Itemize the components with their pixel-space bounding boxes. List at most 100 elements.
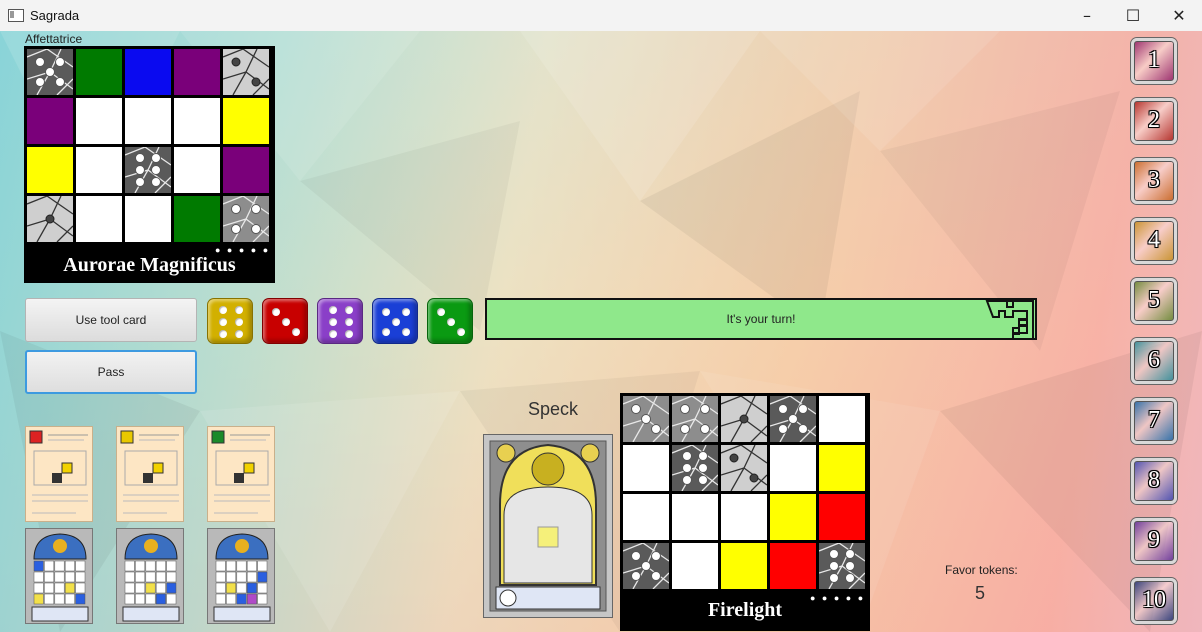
shade-6-cell[interactable] <box>672 445 718 491</box>
white-cell[interactable] <box>672 543 718 589</box>
shade-2-cell[interactable] <box>721 445 767 491</box>
public-objective-card-1[interactable] <box>25 528 93 624</box>
round-number: 4 <box>1148 227 1160 253</box>
app-window: Sagrada – ☐ ✕ Affettatrice ● ● ● ● ● Aur… <box>0 0 1202 632</box>
shade-6-cell[interactable] <box>819 543 865 589</box>
yellow-cell[interactable] <box>27 147 73 193</box>
private-objective-art <box>484 435 612 617</box>
tool-card-art <box>211 430 270 514</box>
player-board-grid <box>623 396 865 589</box>
game-area: Affettatrice ● ● ● ● ● Aurorae Magnificu… <box>0 31 1202 632</box>
public-objective-card-3[interactable] <box>207 528 275 624</box>
yellow-cell[interactable] <box>819 445 865 491</box>
shade-1-cell[interactable] <box>721 396 767 442</box>
white-cell[interactable] <box>76 98 122 144</box>
pip <box>235 306 243 314</box>
tool-card-1[interactable] <box>25 426 93 522</box>
public-objective-art <box>122 533 180 622</box>
pip <box>402 328 410 336</box>
round-6-slot[interactable]: 6 <box>1131 338 1177 384</box>
white-cell[interactable] <box>770 445 816 491</box>
opponent-board-grid <box>27 49 269 242</box>
shade-5-cell[interactable] <box>623 543 669 589</box>
white-cell[interactable] <box>174 98 220 144</box>
pass-button[interactable]: Pass <box>25 350 197 394</box>
round-2-slot[interactable]: 2 <box>1131 98 1177 144</box>
die-1[interactable] <box>207 298 253 344</box>
die-2[interactable] <box>262 298 308 344</box>
red-cell[interactable] <box>770 543 816 589</box>
public-objective-card-2[interactable] <box>116 528 184 624</box>
shade-3-cell[interactable] <box>623 396 669 442</box>
white-cell[interactable] <box>174 147 220 193</box>
pip <box>219 318 227 326</box>
round-number: 2 <box>1148 107 1160 133</box>
app-icon <box>8 9 24 22</box>
round-7-slot[interactable]: 7 <box>1131 398 1177 444</box>
round-number: 7 <box>1148 407 1160 433</box>
shade-5-cell[interactable] <box>770 396 816 442</box>
tool-card-2[interactable] <box>116 426 184 522</box>
round-number: 6 <box>1148 347 1160 373</box>
private-objective-card[interactable] <box>483 434 613 618</box>
round-number: 9 <box>1148 527 1160 553</box>
green-cell[interactable] <box>174 196 220 242</box>
use-tool-card-button[interactable]: Use tool card <box>25 298 197 342</box>
shade-1-cell[interactable] <box>27 196 73 242</box>
shade-4-cell[interactable] <box>223 196 269 242</box>
pip <box>272 308 280 316</box>
close-icon[interactable]: ✕ <box>1156 0 1202 31</box>
pip <box>329 318 337 326</box>
pip <box>329 306 337 314</box>
yellow-cell[interactable] <box>223 98 269 144</box>
round-5-slot[interactable]: 5 <box>1131 278 1177 324</box>
pip <box>282 318 290 326</box>
public-objective-art <box>213 533 271 622</box>
purple-cell[interactable] <box>174 49 220 95</box>
white-cell[interactable] <box>672 494 718 540</box>
opponent-name: Affettatrice <box>25 32 83 46</box>
purple-cell[interactable] <box>223 147 269 193</box>
tool-card-3[interactable] <box>207 426 275 522</box>
title-bar: Sagrada – ☐ ✕ <box>0 0 1202 32</box>
round-1-slot[interactable]: 1 <box>1131 38 1177 84</box>
die-3[interactable] <box>317 298 363 344</box>
board-name: Aurorae Magnificus <box>63 254 236 276</box>
shade-4-cell[interactable] <box>672 396 718 442</box>
green-cell[interactable] <box>76 49 122 95</box>
pip <box>292 328 300 336</box>
white-cell[interactable] <box>76 147 122 193</box>
pip <box>219 330 227 338</box>
shade-5-cell[interactable] <box>27 49 73 95</box>
status-message: It's your turn! <box>726 312 796 326</box>
blue-cell[interactable] <box>125 49 171 95</box>
yellow-cell[interactable] <box>770 494 816 540</box>
white-cell[interactable] <box>125 98 171 144</box>
round-3-slot[interactable]: 3 <box>1131 158 1177 204</box>
round-4-slot[interactable]: 4 <box>1131 218 1177 264</box>
yellow-cell[interactable] <box>721 543 767 589</box>
pip <box>457 328 465 336</box>
public-objective-art <box>31 533 89 622</box>
white-cell[interactable] <box>623 494 669 540</box>
shade-2-cell[interactable] <box>223 49 269 95</box>
maximize-icon[interactable]: ☐ <box>1110 0 1156 31</box>
round-number: 8 <box>1148 467 1160 493</box>
round-9-slot[interactable]: 9 <box>1131 518 1177 564</box>
shade-6-cell[interactable] <box>125 147 171 193</box>
purple-cell[interactable] <box>27 98 73 144</box>
white-cell[interactable] <box>125 196 171 242</box>
white-cell[interactable] <box>819 396 865 442</box>
pip <box>219 306 227 314</box>
white-cell[interactable] <box>623 445 669 491</box>
white-cell[interactable] <box>76 196 122 242</box>
minimize-icon[interactable]: – <box>1064 0 1110 31</box>
red-cell[interactable] <box>819 494 865 540</box>
die-4[interactable] <box>372 298 418 344</box>
round-8-slot[interactable]: 8 <box>1131 458 1177 504</box>
die-5[interactable] <box>427 298 473 344</box>
round-10-slot[interactable]: 10 <box>1131 578 1177 624</box>
favor-tokens-value: 5 <box>975 583 986 603</box>
white-cell[interactable] <box>721 494 767 540</box>
pip <box>329 330 337 338</box>
